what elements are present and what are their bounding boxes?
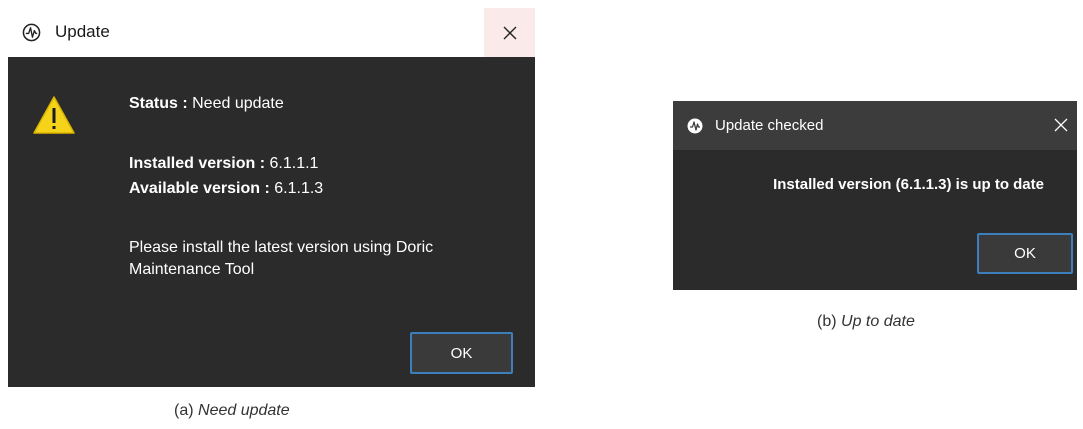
caption-b-text: Up to date xyxy=(841,313,915,330)
ok-button[interactable]: OK xyxy=(977,233,1073,274)
instructions-line-1: Please install the latest version using … xyxy=(129,239,434,256)
instructions-line-2: Maintenance Tool xyxy=(129,261,255,278)
available-version-value: 6.1.1.3 xyxy=(274,180,324,197)
close-button[interactable] xyxy=(484,8,535,57)
install-instructions: Please install the latest version using … xyxy=(129,237,433,281)
caption-a-text: Need update xyxy=(198,402,290,419)
window-title: Update checked xyxy=(715,117,824,134)
update-dialog-need-update: Update Status : Need update Installed ve… xyxy=(8,8,535,387)
ok-button[interactable]: OK xyxy=(410,332,513,374)
title-bar[interactable]: Update checked xyxy=(673,101,1077,150)
window-title: Update xyxy=(55,22,110,41)
available-version-line: Available version : 6.1.1.3 xyxy=(129,178,323,200)
dialog-body: Status : Need update Installed version :… xyxy=(8,57,535,387)
close-icon xyxy=(1054,118,1068,132)
warning-icon xyxy=(33,96,75,134)
caption-b-prefix: (b) xyxy=(817,313,837,330)
installed-version-value: 6.1.1.1 xyxy=(269,155,319,172)
dialog-body: Installed version (6.1.1.3) is up to dat… xyxy=(673,150,1077,290)
caption-a: (a) Need update xyxy=(174,402,290,420)
doric-logo-icon xyxy=(22,23,41,42)
status-label: Status : xyxy=(129,95,188,112)
close-button[interactable] xyxy=(1047,111,1075,139)
close-icon xyxy=(503,26,516,39)
status-line: Status : Need update xyxy=(129,93,284,115)
update-dialog-up-to-date: Update checked Installed version (6.1.1.… xyxy=(673,101,1077,290)
caption-b: (b) Up to date xyxy=(817,313,915,331)
available-version-label: Available version : xyxy=(129,180,270,197)
installed-version-label: Installed version : xyxy=(129,155,266,172)
title-bar[interactable]: Update xyxy=(8,8,535,57)
caption-a-prefix: (a) xyxy=(174,402,194,419)
doric-logo-icon xyxy=(687,118,703,134)
installed-version-line: Installed version : 6.1.1.1 xyxy=(129,153,318,175)
status-value: Need update xyxy=(192,95,284,112)
up-to-date-message: Installed version (6.1.1.3) is up to dat… xyxy=(773,176,1044,193)
